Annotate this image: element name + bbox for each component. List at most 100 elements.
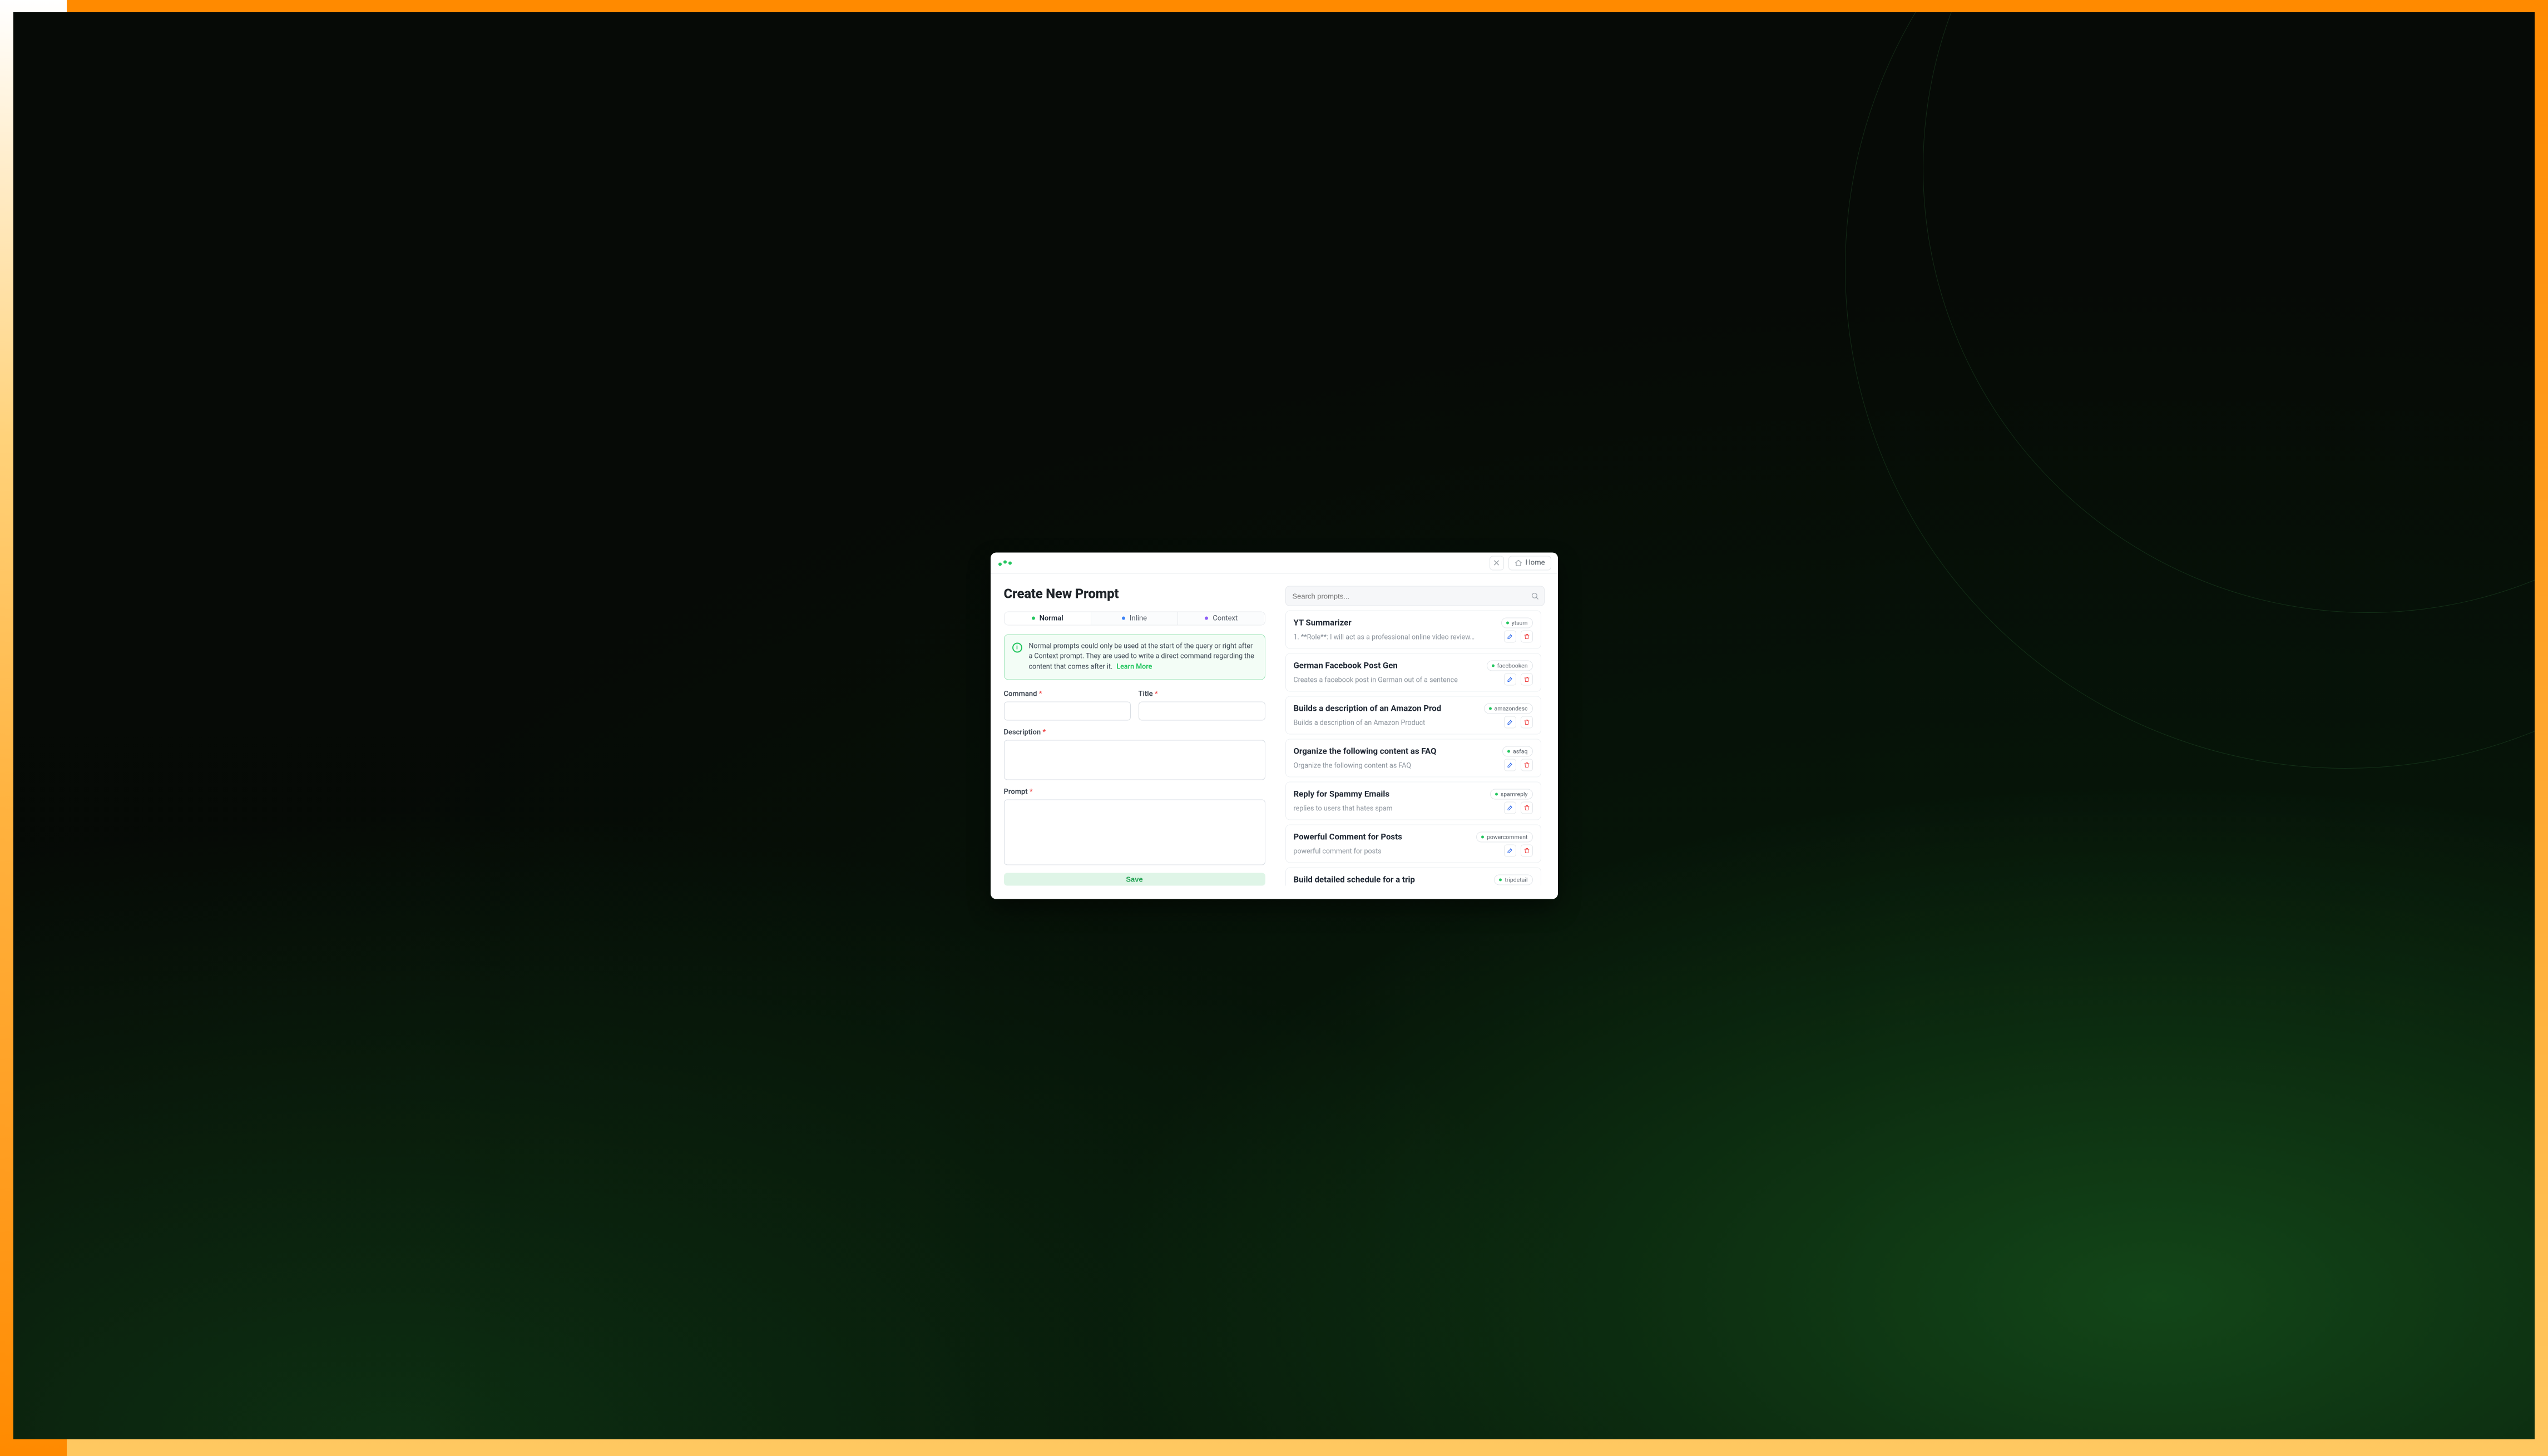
- edit-icon: [1507, 762, 1513, 769]
- page-title: Create New Prompt: [1004, 586, 1265, 602]
- prompt-item-header: YT Summarizerytsum: [1294, 618, 1533, 628]
- command-input[interactable]: [1004, 701, 1131, 720]
- app-logo: [998, 561, 1012, 564]
- info-icon: i: [1012, 642, 1022, 652]
- tab-label: Inline: [1130, 614, 1147, 622]
- prompt-item-row: 1. **Role**: I will act as a professiona…: [1294, 632, 1533, 643]
- label-text: Title: [1139, 690, 1153, 698]
- prompt-input[interactable]: [1004, 799, 1265, 865]
- prompt-item-actions: [1504, 673, 1533, 686]
- tab-context[interactable]: Context: [1178, 612, 1264, 625]
- dark-background-stage: Home Create New Prompt Normal: [13, 12, 2535, 1439]
- tab-label: Context: [1213, 614, 1238, 622]
- titlebar-actions: Home: [1490, 556, 1551, 570]
- prompt-item-actions: [1504, 845, 1533, 857]
- prompt-item-tag: facebooken: [1487, 661, 1533, 671]
- prompt-item-header: German Facebook Post Genfacebooken: [1294, 661, 1533, 671]
- app-window: Home Create New Prompt Normal: [991, 553, 1558, 899]
- prompt-item[interactable]: German Facebook Post Genfacebooken Create…: [1285, 653, 1541, 692]
- prompt-item-title: Powerful Comment for Posts: [1294, 832, 1402, 842]
- search-icon: [1531, 592, 1539, 600]
- tag-text: asfaq: [1513, 748, 1527, 755]
- prompt-item-actions: [1504, 759, 1533, 771]
- prompt-item[interactable]: Powerful Comment for Posts powercomment po…: [1285, 825, 1541, 863]
- decor-ring: [1923, 12, 2535, 613]
- tab-label: Normal: [1040, 614, 1063, 622]
- prompt-item-title: Organize the following content as FAQ: [1294, 746, 1437, 756]
- decor-ring: [1845, 12, 2535, 769]
- required-mark: *: [1030, 788, 1033, 796]
- prompt-item[interactable]: Reply for Spammy Emailsspamreplyreplies …: [1285, 782, 1541, 820]
- info-callout: i Normal prompts could only be used at t…: [1004, 634, 1265, 680]
- prompt-item-row: powerful comment for posts: [1294, 846, 1533, 857]
- description-input[interactable]: [1004, 740, 1265, 780]
- home-label: Home: [1526, 559, 1545, 567]
- trash-icon: [1523, 719, 1530, 726]
- learn-more-link[interactable]: Learn More: [1116, 663, 1152, 671]
- trash-icon: [1523, 633, 1530, 640]
- edit-button[interactable]: [1504, 845, 1516, 857]
- prompt-item[interactable]: YT Summarizerytsum 1. **Role**: I will ac…: [1285, 611, 1541, 649]
- edit-button[interactable]: [1504, 759, 1516, 771]
- required-mark: *: [1042, 728, 1046, 736]
- edit-button[interactable]: [1504, 631, 1516, 643]
- edit-button[interactable]: [1504, 673, 1516, 686]
- prompt-item-tag: spamreply: [1490, 789, 1533, 800]
- dot-icon: [1499, 879, 1502, 881]
- edit-icon: [1507, 719, 1513, 726]
- trash-icon: [1523, 805, 1530, 811]
- tag-text: amazondesc: [1495, 705, 1528, 712]
- close-icon: [1493, 559, 1500, 567]
- save-button[interactable]: Save: [1004, 873, 1265, 885]
- search-input[interactable]: [1285, 586, 1545, 606]
- prompt-item-row: Creates a facebook post in German out of…: [1294, 675, 1533, 686]
- tag-text: facebooken: [1497, 662, 1528, 670]
- prompt-item-header: Organize the following content as FAQ asf…: [1294, 746, 1533, 757]
- edit-button[interactable]: [1504, 802, 1516, 814]
- field-prompt: Prompt *: [1004, 788, 1265, 865]
- prompt-item-sub: Organize the following content as FAQ: [1294, 761, 1483, 770]
- prompt-list-pane: YT Summarizerytsum 1. **Role**: I will ac…: [1285, 586, 1545, 886]
- edit-button[interactable]: [1504, 716, 1516, 729]
- tag-text: powercomment: [1487, 834, 1528, 841]
- prompt-item-title: Builds a description of an Amazon Prod: [1294, 704, 1442, 714]
- title-input[interactable]: [1139, 701, 1265, 720]
- dot-icon: [1032, 617, 1035, 620]
- delete-button[interactable]: [1521, 716, 1533, 729]
- edit-icon: [1507, 805, 1513, 811]
- delete-button[interactable]: [1521, 802, 1533, 814]
- prompt-item[interactable]: Organize the following content as FAQ asf…: [1285, 739, 1541, 777]
- home-button[interactable]: Home: [1508, 556, 1551, 570]
- home-icon: [1515, 559, 1522, 567]
- tab-inline[interactable]: Inline: [1091, 612, 1178, 625]
- trash-icon: [1523, 762, 1530, 769]
- prompt-item-tag: asfaq: [1502, 746, 1532, 757]
- label-prompt: Prompt *: [1004, 788, 1265, 796]
- presentation-frame: Home Create New Prompt Normal: [0, 0, 2548, 1456]
- create-prompt-pane: Create New Prompt Normal Inline Cont: [1004, 586, 1265, 886]
- tag-text: tripdetail: [1505, 876, 1527, 884]
- prompt-item-row: Builds a description of an Amazon Produc…: [1294, 717, 1533, 729]
- dot-icon: [1481, 836, 1484, 839]
- label-title: Title *: [1139, 690, 1265, 698]
- prompt-item-row: Organize the following content as FAQ: [1294, 760, 1533, 771]
- required-mark: *: [1155, 690, 1158, 698]
- prompt-item-actions: [1504, 802, 1533, 814]
- prompt-item[interactable]: Builds a description of an Amazon Prod am…: [1285, 696, 1541, 735]
- delete-button[interactable]: [1521, 845, 1533, 857]
- prompt-list[interactable]: YT Summarizerytsum 1. **Role**: I will ac…: [1285, 611, 1545, 886]
- tab-normal[interactable]: Normal: [1005, 612, 1091, 625]
- dot-icon: [1495, 793, 1498, 796]
- form-row-command-title: Command * Title *: [1004, 690, 1265, 720]
- prompt-item[interactable]: Build detailed schedule for a triptripde…: [1285, 868, 1541, 886]
- edit-icon: [1507, 848, 1513, 854]
- delete-button[interactable]: [1521, 631, 1533, 643]
- info-text: Normal prompts could only be used at the…: [1029, 641, 1257, 672]
- delete-button[interactable]: [1521, 759, 1533, 771]
- app-body: Create New Prompt Normal Inline Cont: [991, 574, 1558, 899]
- close-button[interactable]: [1490, 556, 1504, 570]
- prompt-item-header: Powerful Comment for Posts powercomment: [1294, 832, 1533, 843]
- tag-text: spamreply: [1501, 791, 1528, 798]
- prompt-type-tabs: Normal Inline Context: [1004, 612, 1265, 626]
- delete-button[interactable]: [1521, 673, 1533, 686]
